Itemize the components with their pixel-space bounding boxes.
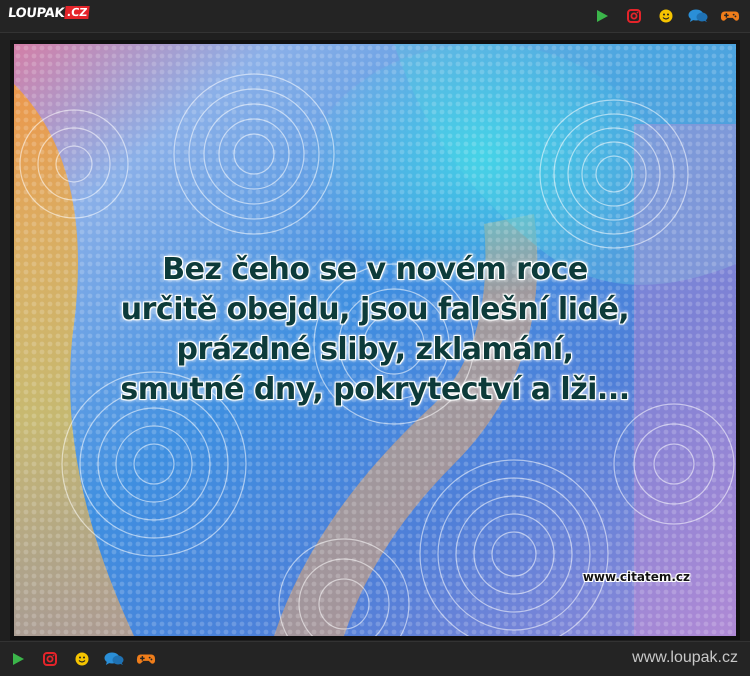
smiley-icon[interactable] bbox=[656, 6, 676, 26]
quote-image: Bez čeho se v novém roce určitě obejdu, … bbox=[14, 44, 736, 636]
gamepad-icon[interactable] bbox=[136, 649, 156, 669]
bottom-icon-bar bbox=[8, 649, 168, 669]
instagram-icon[interactable] bbox=[40, 649, 60, 669]
top-bar: LOUPAK .CZ bbox=[0, 0, 750, 33]
top-icon-bar bbox=[592, 6, 740, 26]
play-icon[interactable] bbox=[8, 649, 28, 669]
smiley-icon[interactable] bbox=[72, 649, 92, 669]
quote-text: Bez čeho se v novém roce určitě obejdu, … bbox=[14, 250, 736, 410]
image-watermark: www.citatem.cz bbox=[582, 570, 690, 584]
logo-text: LOUPAK bbox=[7, 6, 65, 21]
logo-tld: .CZ bbox=[64, 6, 91, 19]
quote-line-4: smutné dny, pokrytectví a lži... bbox=[120, 372, 630, 407]
quote-line-2: určitě obejdu, jsou falešní lidé, bbox=[120, 292, 630, 327]
site-url-link[interactable]: www.loupak.cz bbox=[632, 649, 738, 667]
image-frame: Bez čeho se v novém roce určitě obejdu, … bbox=[10, 40, 740, 640]
quote-line-3: prázdné sliby, zklamání, bbox=[176, 332, 574, 367]
quote-line-1: Bez čeho se v novém roce bbox=[162, 252, 588, 287]
bottom-bar: www.loupak.cz bbox=[0, 641, 750, 676]
chat-icon[interactable] bbox=[688, 6, 708, 26]
site-logo[interactable]: LOUPAK .CZ bbox=[7, 6, 91, 24]
instagram-icon[interactable] bbox=[624, 6, 644, 26]
chat-icon[interactable] bbox=[104, 649, 124, 669]
gamepad-icon[interactable] bbox=[720, 6, 740, 26]
play-icon[interactable] bbox=[592, 6, 612, 26]
